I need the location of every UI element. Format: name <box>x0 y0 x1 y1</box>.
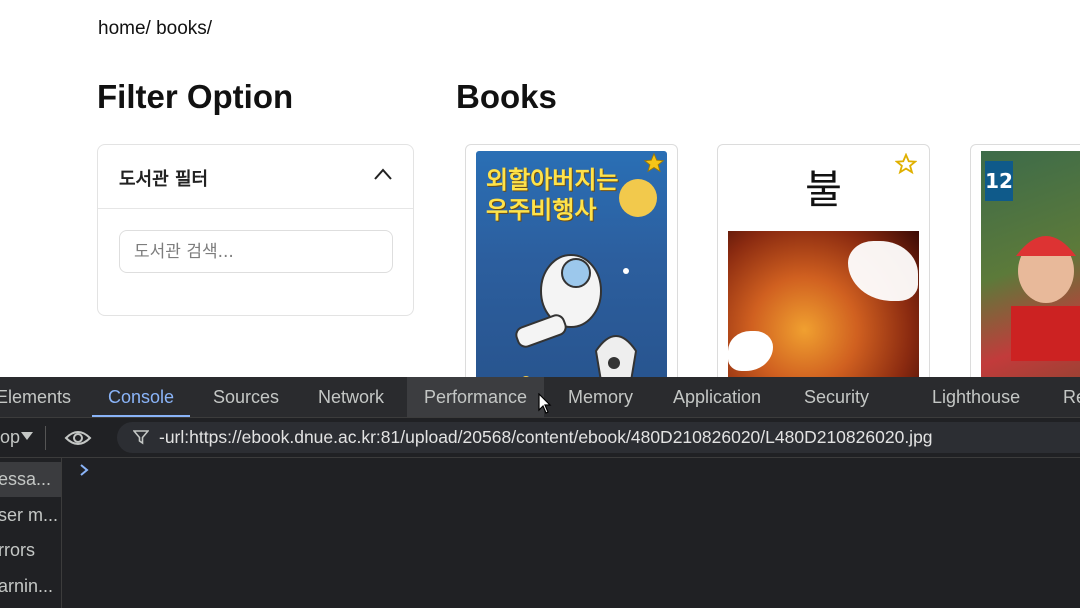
console-toolbar: op -url:https://ebook.dnue.ac.kr:81/uplo… <box>0 418 1080 458</box>
filter-funnel-icon <box>133 430 149 445</box>
library-filter-header[interactable]: 도서관 필터 <box>98 145 413 209</box>
console-prompt-icon[interactable] <box>78 463 90 477</box>
book-cover[interactable]: 불 <box>728 151 919 377</box>
web-page: home/ books/ Filter Option Books 도서관 필터 … <box>0 0 1080 377</box>
tab-console[interactable]: Console <box>91 377 191 417</box>
library-filter-card: 도서관 필터 <box>97 144 414 316</box>
book-card[interactable]: 불 <box>717 144 930 377</box>
book-cover-title: 외할아버지는 우주비행사 <box>486 166 619 224</box>
tab-lighthouse[interactable]: Lighthouse <box>932 377 1020 417</box>
astronaut-illustration <box>515 254 638 377</box>
sidebar-item-errors[interactable]: rrors <box>0 533 61 568</box>
sidebar-item-warnings[interactable]: arnin... <box>0 569 61 604</box>
dropdown-arrow-icon[interactable] <box>21 432 33 440</box>
book-cover[interactable]: 12 <box>981 151 1080 377</box>
book-card[interactable]: 12 <box>970 144 1080 377</box>
tab-recorder[interactable]: Re <box>1063 377 1080 417</box>
console-filter-text[interactable]: -url:https://ebook.dnue.ac.kr:81/upload/… <box>159 427 933 448</box>
toolbar-divider <box>45 426 46 450</box>
issue-number: 12 <box>985 161 1013 201</box>
console-sidebar: essa... ser m... rrors arnin... <box>0 458 62 608</box>
tab-network[interactable]: Network <box>318 377 384 417</box>
library-filter-title: 도서관 필터 <box>119 169 209 190</box>
tab-sources[interactable]: Sources <box>213 377 279 417</box>
mouse-cursor-icon <box>538 393 552 414</box>
breadcrumb[interactable]: home/ books/ <box>98 18 212 40</box>
tab-application[interactable]: Application <box>673 377 761 417</box>
filter-option-heading: Filter Option <box>97 78 294 115</box>
book-cover-title: 불 <box>805 167 842 213</box>
eye-icon[interactable] <box>64 427 92 449</box>
sidebar-item-messages[interactable]: essa... <box>0 462 61 497</box>
console-filter-input[interactable]: -url:https://ebook.dnue.ac.kr:81/upload/… <box>117 422 1080 453</box>
tab-performance[interactable]: Performance <box>407 377 545 417</box>
book-cover[interactable]: 외할아버지는 우주비행사 <box>476 151 667 377</box>
books-heading: Books <box>456 78 557 115</box>
favorite-star-icon[interactable] <box>643 152 665 174</box>
cover-photo <box>1011 236 1080 361</box>
chevron-up-icon[interactable] <box>373 167 393 181</box>
award-badge <box>619 179 657 217</box>
tab-elements[interactable]: Elements <box>0 377 71 417</box>
tab-memory[interactable]: Memory <box>568 377 633 417</box>
tab-security[interactable]: Security <box>804 377 869 417</box>
favorite-star-icon[interactable] <box>895 153 917 175</box>
library-search-input[interactable] <box>119 230 393 273</box>
book-card[interactable]: 외할아버지는 우주비행사 <box>465 144 678 377</box>
context-selector[interactable]: op <box>0 427 20 448</box>
sidebar-item-user-messages[interactable]: ser m... <box>0 498 61 533</box>
